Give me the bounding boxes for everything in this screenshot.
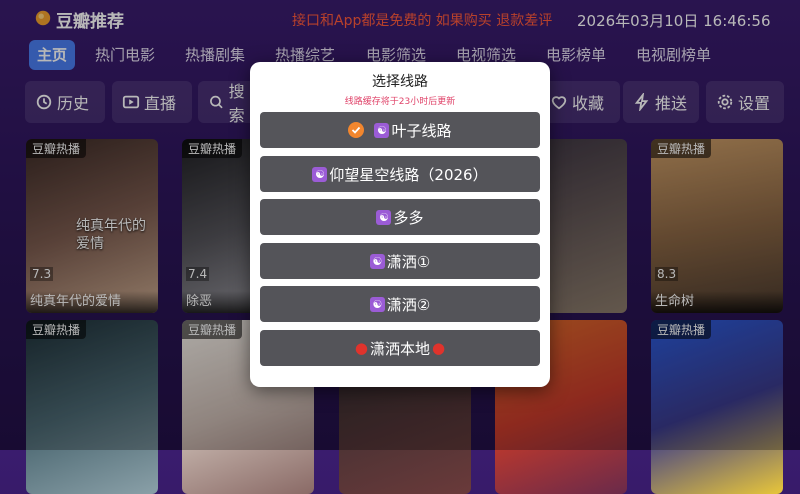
route-option[interactable]: ☯ 潇洒① <box>260 243 540 279</box>
route-select-dialog: 选择线路 线路缓存将于23小时后更新 ☯ 叶子线路 ☯ 仰望星空线路（2026）… <box>250 62 550 387</box>
route-option[interactable]: ☯ 潇洒② <box>260 286 540 322</box>
check-icon <box>348 122 365 138</box>
route-label: 潇洒① <box>386 252 431 271</box>
route-option[interactable]: ☯ 叶子线路 <box>260 112 540 148</box>
strawberry-icon: ● <box>432 339 446 357</box>
route-option[interactable]: ☯ 仰望星空线路（2026） <box>260 156 540 192</box>
yin-yang-icon: ☯ <box>312 166 328 182</box>
route-label: 叶子线路 <box>391 121 452 140</box>
yin-yang-icon: ☯ <box>376 209 392 225</box>
dialog-title: 选择线路 <box>372 74 428 90</box>
yin-yang-icon: ☯ <box>369 296 385 312</box>
route-label: 多多 <box>393 208 424 227</box>
route-label: 仰望星空线路（2026） <box>329 165 488 184</box>
route-label: 潇洒本地 <box>369 339 430 358</box>
cache-notice: 线路缓存将于23小时后更新 <box>344 97 456 107</box>
route-label: 潇洒② <box>386 295 431 314</box>
strawberry-icon: ● <box>354 339 368 357</box>
yin-yang-icon: ☯ <box>374 122 390 138</box>
route-option[interactable]: ☯ 多多 <box>260 199 540 235</box>
route-option[interactable]: ● 潇洒本地 ● <box>260 330 540 366</box>
yin-yang-icon: ☯ <box>369 253 385 269</box>
